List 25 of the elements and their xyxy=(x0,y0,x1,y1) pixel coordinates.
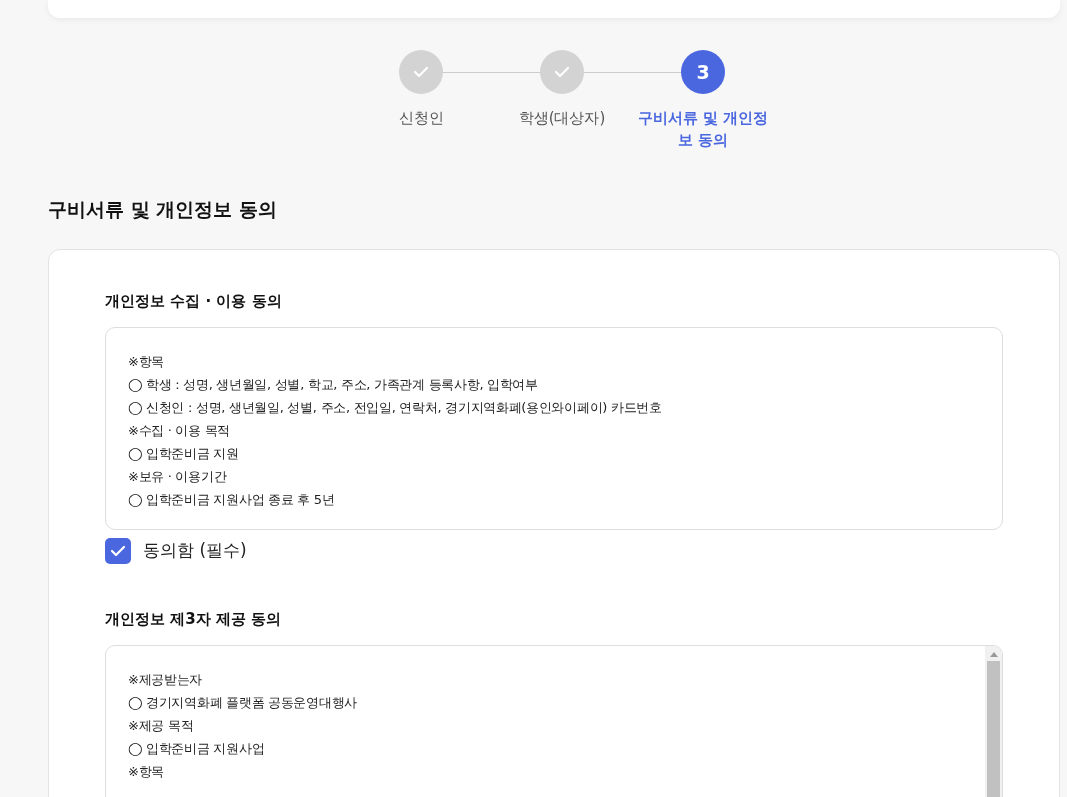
step-circle: 3 xyxy=(681,50,725,94)
terms-line: ※제공 목적 xyxy=(128,717,195,735)
terms-line: ※항목 xyxy=(128,763,165,781)
step-label: 구비서류 및 개인정보 동의 xyxy=(636,108,770,151)
terms-line: ◯ 입학준비금 지원 xyxy=(128,445,240,463)
step-label: 신청인 xyxy=(397,108,445,129)
terms-line: ◯ 학생 : 성명, 생년월일, 성별, 학교, 주소, 가족관계 등록사항, 입학여부 xyxy=(128,376,539,394)
terms-line: ◯ 입학준비금 지원사업 종료 후 5년 xyxy=(128,491,336,509)
scrollbar[interactable] xyxy=(985,646,1002,797)
terms-line: ※제공받는자 xyxy=(128,671,204,689)
terms-line: ◯ 신청인 : 성명, 생년월일, 성별, 주소, 전입일, 연락처, 경기지역화폐(용인와이페이) 카드번호 xyxy=(128,399,663,417)
check-icon xyxy=(110,545,126,557)
step-label: 학생(대상자) xyxy=(517,108,607,129)
section-title: 개인정보 수집 · 이용 동의 xyxy=(105,291,283,312)
checkbox[interactable] xyxy=(105,538,131,564)
terms-line: ※보유 · 이용기간 xyxy=(128,468,228,486)
terms-line: ※수집 · 이용 목적 xyxy=(128,422,232,440)
page-title: 구비서류 및 개인정보 동의 xyxy=(48,197,278,222)
terms-line: ※항목 xyxy=(128,353,165,371)
terms-line: ◯ 경기지역화폐 플랫폼 공동운영대행사 xyxy=(128,694,358,712)
check-icon xyxy=(413,66,429,78)
section-title: 개인정보 제3자 제공 동의 xyxy=(105,609,283,630)
checkbox-label[interactable]: 동의함 (필수) xyxy=(143,538,247,564)
terms-line: ◯ 입학준비금 지원사업 xyxy=(128,740,266,758)
check-icon xyxy=(554,66,570,78)
